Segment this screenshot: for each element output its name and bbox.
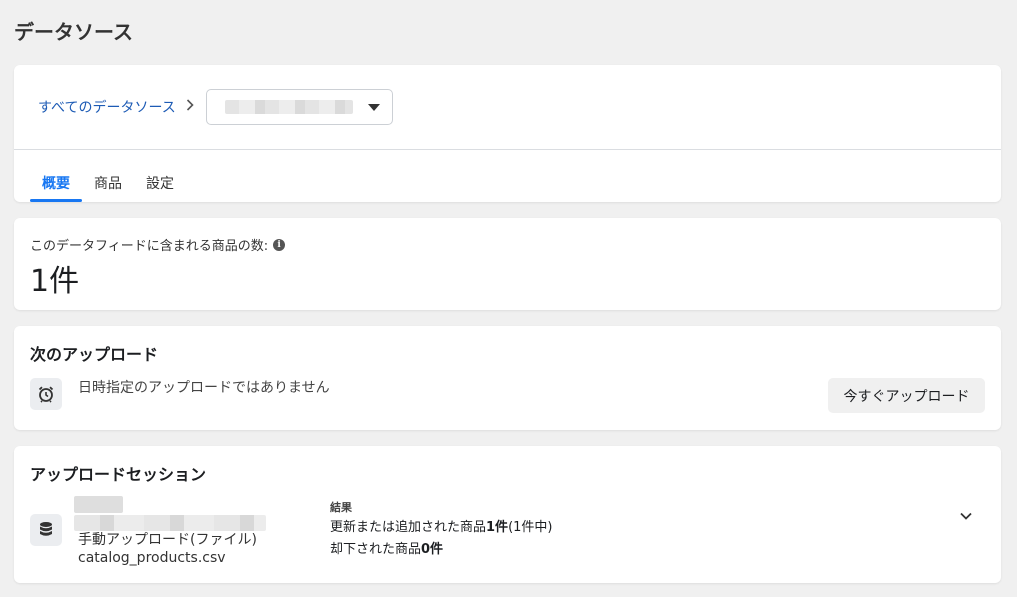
chevron-right-icon xyxy=(186,99,196,115)
upload-session-card: アップロードセッション 手動アップロード(ファイル) catalog_produ… xyxy=(14,446,1001,583)
updated-count: 1件 xyxy=(486,520,509,535)
tab-settings[interactable]: 設定 xyxy=(134,163,186,202)
session-results: 結果 更新または追加された商品1件(1件中) 却下された商品0件 xyxy=(330,499,552,561)
product-count-card: このデータフィードに含まれる商品の数: i 1件 xyxy=(14,218,1001,310)
updated-products-line: 更新または追加された商品1件(1件中) xyxy=(330,517,552,539)
upload-method: 手動アップロード(ファイル) xyxy=(78,532,257,548)
product-count-label-row: このデータフィードに含まれる商品の数: i xyxy=(30,235,286,254)
tab-overview[interactable]: 概要 xyxy=(30,163,82,202)
rejected-products-line: 却下された商品0件 xyxy=(330,539,552,561)
chevron-down-icon[interactable] xyxy=(959,508,973,522)
rejected-count: 0件 xyxy=(421,542,444,557)
datasource-select[interactable] xyxy=(205,89,393,125)
upload-session-title: アップロードセッション xyxy=(30,465,207,484)
rejected-prefix: 却下された商品 xyxy=(330,542,422,557)
upload-file-name: catalog_products.csv xyxy=(78,550,226,566)
page-title: データソース xyxy=(14,20,133,44)
results-label: 結果 xyxy=(330,501,352,514)
next-upload-title: 次のアップロード xyxy=(30,345,159,364)
schedule-status: 日時指定のアップロードではありません xyxy=(78,380,330,396)
product-count-value: 1件 xyxy=(30,264,80,299)
product-count-label: このデータフィードに含まれる商品の数: xyxy=(30,239,269,254)
caret-down-icon xyxy=(367,103,380,111)
tab-products[interactable]: 商品 xyxy=(82,163,134,202)
upload-now-button[interactable]: 今すぐアップロード xyxy=(828,378,985,413)
redacted-session-detail xyxy=(74,515,266,531)
updated-prefix: 更新または追加された商品 xyxy=(330,520,487,535)
tab-bar: 概要 商品 設定 xyxy=(30,163,186,202)
all-datasources-link[interactable]: すべてのデータソース xyxy=(38,97,176,117)
breadcrumb: すべてのデータソース xyxy=(38,89,393,125)
datasource-header-card: すべてのデータソース 概要 商品 設定 xyxy=(14,65,1001,202)
updated-suffix: (1件中) xyxy=(508,520,553,535)
divider xyxy=(14,149,1001,150)
database-icon xyxy=(30,514,62,546)
info-icon[interactable]: i xyxy=(273,238,286,251)
redacted-session-date xyxy=(74,496,123,513)
alarm-clock-icon xyxy=(30,378,62,410)
session-meta: 手動アップロード(ファイル) catalog_products.csv xyxy=(74,496,266,567)
redacted-source-name xyxy=(224,100,353,114)
next-upload-card: 次のアップロード 日時指定のアップロードではありません 今すぐアップロード xyxy=(14,326,1001,430)
